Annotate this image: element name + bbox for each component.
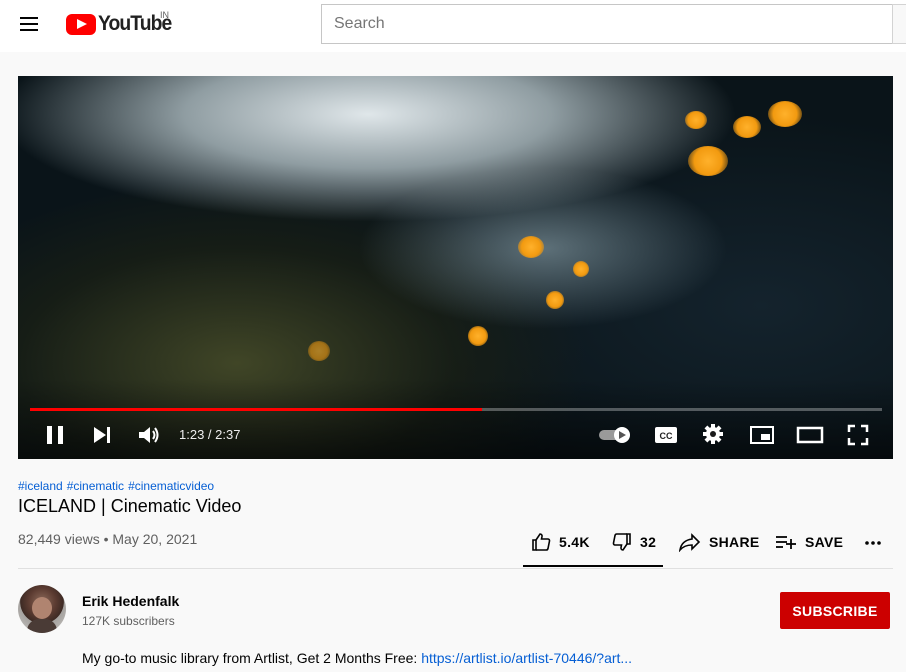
volume-button[interactable] [138, 425, 160, 445]
hashtag-list: #iceland #cinematic #cinematicvideo [18, 479, 214, 493]
miniplayer-button[interactable] [749, 425, 775, 445]
channel-name[interactable]: Erik Hedenfalk [82, 593, 179, 609]
video-title: ICELAND | Cinematic Video [18, 496, 242, 516]
share-icon [679, 533, 701, 552]
share-button[interactable]: SHARE [679, 530, 760, 554]
theater-mode-button[interactable] [796, 426, 824, 444]
next-icon [94, 427, 110, 443]
settings-button[interactable] [702, 423, 724, 445]
theater-icon [796, 426, 824, 444]
captions-button[interactable]: CC [654, 425, 678, 445]
description-text: My go-to music library from Artlist, Get… [82, 650, 422, 666]
autoplay-toggle[interactable] [598, 426, 634, 444]
video-frame-detail [573, 261, 589, 277]
settings-icon [703, 424, 723, 444]
autoplay-toggle-icon [599, 427, 630, 443]
country-code: IN [160, 10, 169, 20]
video-frame-detail [518, 236, 544, 258]
menu-icon[interactable] [16, 12, 44, 36]
video-frame-detail [308, 341, 330, 361]
divider [18, 568, 893, 569]
avatar-body [27, 619, 57, 633]
save-label: SAVE [805, 534, 844, 550]
hashtag-link[interactable]: #iceland [18, 479, 63, 493]
fullscreen-icon [847, 424, 869, 446]
more-icon [865, 541, 881, 545]
video-frame-detail [688, 146, 728, 176]
search-input[interactable] [322, 5, 892, 43]
channel-avatar[interactable] [18, 585, 66, 633]
subscriber-count: 127K subscribers [82, 614, 175, 628]
description-link[interactable]: https://artlist.io/artlist-70446/?art... [421, 650, 632, 666]
hashtag-link[interactable]: #cinematic [67, 479, 124, 493]
video-frame-detail [468, 326, 488, 346]
miniplayer-icon [750, 426, 774, 444]
time-display: 1:23 / 2:37 [179, 427, 241, 442]
progress-fill [30, 408, 483, 411]
search-button[interactable] [892, 4, 906, 44]
sentiment-bar [523, 565, 663, 567]
view-count-date: 82,449 views • May 20, 2021 [18, 531, 198, 547]
like-button[interactable]: 5.4K [531, 530, 590, 554]
video-frame-detail [546, 291, 564, 309]
video-frame-detail [768, 101, 802, 127]
share-label: SHARE [709, 534, 760, 550]
youtube-logo-icon [66, 13, 96, 35]
next-button[interactable] [92, 425, 112, 445]
video-description: My go-to music library from Artlist, Get… [82, 650, 632, 666]
progress-bar[interactable] [30, 408, 882, 411]
masthead: YouTube IN [0, 0, 906, 52]
dislike-button[interactable]: 32 [612, 530, 656, 554]
subscribe-button[interactable]: SUBSCRIBE [780, 592, 890, 629]
controls-gradient [18, 379, 893, 459]
video-player[interactable]: 1:23 / 2:37 CC [18, 76, 893, 459]
more-actions-button[interactable] [863, 530, 891, 554]
like-count: 5.4K [559, 534, 590, 550]
volume-icon [139, 427, 159, 443]
dislike-count: 32 [640, 534, 657, 550]
svg-text:CC: CC [660, 431, 673, 441]
pause-icon [47, 426, 63, 444]
search-box [321, 4, 893, 44]
like-icon [532, 533, 551, 551]
video-frame-detail [685, 111, 707, 129]
dislike-icon [612, 533, 631, 551]
pause-button[interactable] [44, 424, 66, 446]
captions-icon: CC [655, 427, 677, 443]
save-icon [776, 536, 796, 549]
avatar-face [32, 597, 52, 619]
fullscreen-button[interactable] [847, 424, 869, 446]
video-frame-detail [733, 116, 761, 138]
hashtag-link[interactable]: #cinematicvideo [128, 479, 214, 493]
save-button[interactable]: SAVE [775, 530, 843, 554]
